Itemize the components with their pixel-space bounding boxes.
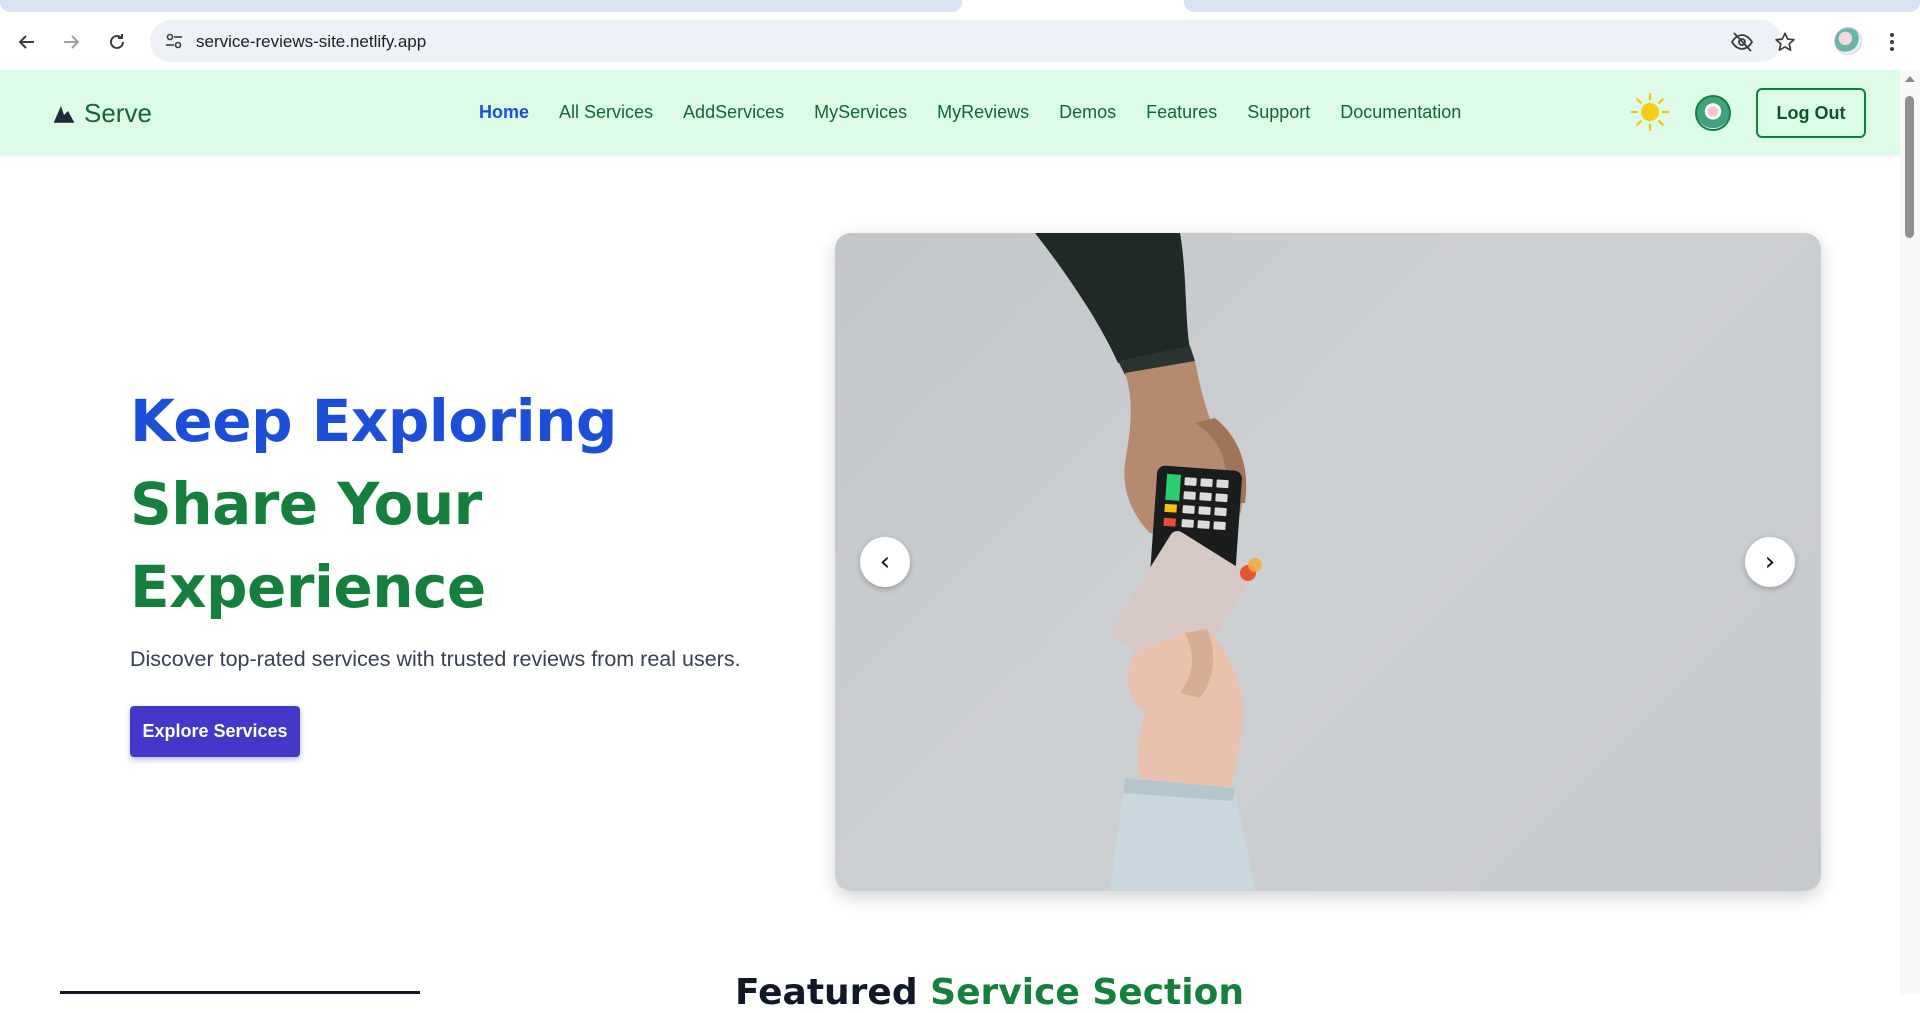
hero-subtitle: Discover top-rated services with trusted…: [130, 647, 741, 671]
featured-heading-part-1: Featured: [735, 972, 918, 1013]
brand-name: Serve: [84, 98, 152, 128]
logo-icon: [54, 105, 74, 123]
site-navbar: Serve Home All Services AddServices MySe…: [0, 70, 1900, 155]
reload-button[interactable]: [105, 30, 129, 54]
logout-button[interactable]: Log Out: [1756, 88, 1866, 138]
carousel-prev-button[interactable]: ‹: [860, 537, 910, 587]
nav-link-my-reviews[interactable]: MyReviews: [937, 102, 1029, 123]
hero-heading-line-1: Keep Exploring: [130, 387, 617, 455]
url-text[interactable]: service-reviews-site.netlify.app: [196, 32, 426, 52]
inactive-tab[interactable]: [0, 0, 962, 12]
star-icon[interactable]: [1773, 30, 1797, 54]
brand-logo[interactable]: Serve: [52, 98, 152, 129]
hero-carousel: ‹ ›: [835, 233, 1821, 891]
nav-link-all-services[interactable]: All Services: [559, 102, 653, 123]
nav-link-home[interactable]: Home: [479, 102, 529, 123]
scroll-thumb[interactable]: [1905, 96, 1914, 238]
scroll-up-arrow[interactable]: [1905, 76, 1915, 82]
back-button[interactable]: [15, 30, 39, 54]
hero-heading-line-2: Share Your: [130, 470, 482, 538]
nav-link-documentation[interactable]: Documentation: [1340, 102, 1461, 123]
featured-section-heading: Featured Service Section: [735, 972, 1244, 1013]
tune-icon[interactable]: [164, 31, 184, 51]
nav-link-support[interactable]: Support: [1247, 102, 1310, 123]
inactive-tab[interactable]: [1184, 0, 1920, 12]
eye-off-icon[interactable]: [1730, 30, 1754, 54]
profile-avatar[interactable]: [1834, 27, 1862, 55]
nav-link-features[interactable]: Features: [1146, 102, 1217, 123]
arrow-left-icon: [18, 35, 34, 49]
explore-services-button[interactable]: Explore Services: [130, 706, 300, 757]
payment-hands-image: [1035, 233, 1262, 891]
carousel-next-button[interactable]: ›: [1745, 537, 1795, 587]
user-avatar[interactable]: [1695, 95, 1731, 131]
browser-toolbar: service-reviews-site.netlify.app: [0, 14, 1920, 70]
hero-text: Keep Exploring Share Your Experience Dis…: [130, 380, 790, 757]
page-scrollbar[interactable]: [1900, 70, 1920, 994]
tab-strip: [0, 0, 1920, 14]
arrow-right-icon: [64, 35, 80, 49]
reload-icon: [110, 34, 124, 49]
featured-heading-part-2: Service Section: [930, 972, 1244, 1013]
sun-icon[interactable]: [1630, 92, 1670, 132]
nav-link-my-services[interactable]: MyServices: [814, 102, 907, 123]
forward-button[interactable]: [59, 30, 83, 54]
kebab-menu-icon[interactable]: [1880, 30, 1904, 54]
nav-link-demos[interactable]: Demos: [1059, 102, 1116, 123]
nav-links: Home All Services AddServices MyServices…: [479, 102, 1491, 123]
nav-link-add-services[interactable]: AddServices: [683, 102, 784, 123]
hero-heading-line-3: Experience: [130, 553, 486, 621]
address-bar[interactable]: service-reviews-site.netlify.app: [150, 20, 1795, 62]
